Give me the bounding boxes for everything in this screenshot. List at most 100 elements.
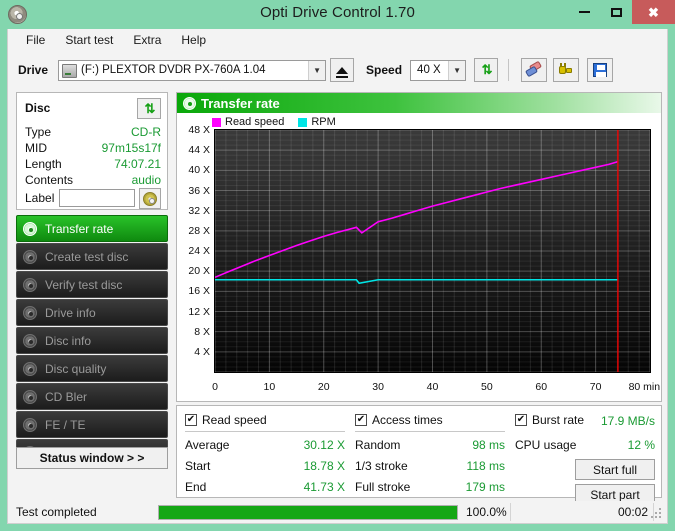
sidebar-item-drive-info[interactable]: Drive info	[16, 299, 168, 326]
drive-select-value: (F:) PLEXTOR DVDR PX-760A 1.04	[81, 64, 266, 76]
read-speed-label: Read speed	[202, 413, 267, 427]
sidebar-item-cd-bler[interactable]: CD Bler	[16, 383, 168, 410]
sidebar-item-label: Disc quality	[43, 362, 106, 376]
legend-swatch-read-speed	[212, 118, 221, 127]
minimize-button[interactable]	[568, 0, 600, 24]
disc-icon	[17, 306, 43, 320]
y-axis-tick-label: 8 X	[194, 326, 210, 338]
disc-icon	[17, 418, 43, 432]
sidebar-item-create-test-disc[interactable]: Create test disc	[16, 243, 168, 270]
burst-rate-checkbox[interactable]: ✔	[515, 414, 527, 426]
divider	[355, 431, 505, 432]
eject-button[interactable]	[330, 58, 354, 82]
status-bar: Test completed 100.0% 00:02	[7, 501, 668, 524]
disc-type-value: CD-R	[131, 125, 161, 139]
menu-item-help[interactable]: Help	[171, 30, 216, 50]
resize-grip[interactable]	[651, 508, 663, 520]
sidebar-item-verify-test-disc[interactable]: Verify test disc	[16, 271, 168, 298]
close-button[interactable]: ✖	[632, 0, 675, 24]
legend-swatch-rpm	[298, 118, 307, 127]
maximize-button[interactable]	[600, 0, 632, 24]
refresh-icon: ⇅	[482, 62, 491, 78]
disc-icon	[17, 278, 43, 292]
y-axis-tick-label: 36 X	[188, 185, 210, 197]
stat-row: Start 18.78 X	[185, 456, 345, 477]
chart-legend: Read speed RPM	[212, 116, 336, 128]
chevron-down-icon: ▼	[448, 61, 465, 80]
sidebar-item-label: Transfer rate	[43, 222, 113, 236]
sidebar-nav: Transfer rate Create test disc Verify te…	[16, 215, 168, 467]
drive-toolbar: Drive (F:) PLEXTOR DVDR PX-760A 1.04 ▼ S…	[7, 51, 668, 89]
chart-svg	[215, 130, 650, 372]
sidebar-item-disc-quality[interactable]: Disc quality	[16, 355, 168, 382]
x-axis-tick-label: 20	[318, 381, 330, 393]
y-axis-tick-label: 24 X	[188, 245, 210, 257]
stats-panel: ✔ Read speed Average 30.12 X Start 18.78…	[176, 405, 662, 498]
disc-info-row: Type CD-R	[25, 125, 161, 141]
sidebar-item-label: Verify test disc	[43, 278, 122, 292]
disc-panel: Disc ⇅ Type CD-R MID 97m15s17f Length 74…	[16, 92, 168, 210]
stat-row: Average 30.12 X	[185, 435, 345, 456]
progress-percent-label: 100.0%	[466, 505, 507, 519]
sidebar-item-transfer-rate[interactable]: Transfer rate	[16, 215, 168, 242]
x-axis-tick-label: 50	[481, 381, 493, 393]
stat-row: Random 98 ms	[355, 435, 505, 456]
x-axis-tick-label: 10	[264, 381, 276, 393]
drive-label: Drive	[18, 63, 48, 77]
x-axis-tick-label: 60	[535, 381, 547, 393]
progress-bar-fill	[159, 506, 457, 519]
read-speed-checkbox[interactable]: ✔	[185, 414, 197, 426]
start-full-button[interactable]: Start full	[575, 459, 655, 480]
stat-row: Full stroke 179 ms	[355, 477, 505, 498]
drive-select[interactable]: (F:) PLEXTOR DVDR PX-760A 1.04 ▼	[58, 60, 326, 81]
speed-select[interactable]: 40 X ▼	[410, 60, 466, 81]
sidebar-item-label: CD Bler	[43, 390, 87, 404]
divider	[185, 431, 345, 432]
stat-row: 1/3 stroke 118 ms	[355, 456, 505, 477]
speed-label: Speed	[366, 63, 402, 77]
sidebar-item-label: Drive info	[43, 306, 96, 320]
save-button[interactable]	[587, 58, 613, 82]
disc-length-key: Length	[25, 157, 62, 171]
menu-item-extra[interactable]: Extra	[123, 30, 171, 50]
erase-disc-button[interactable]	[521, 58, 547, 82]
access-times-stats: ✔ Access times Random 98 ms 1/3 stroke 1…	[355, 412, 505, 498]
access-times-checkbox-row[interactable]: ✔ Access times	[355, 412, 505, 428]
disc-info-list: Type CD-R MID 97m15s17f Length 74:07.21 …	[25, 125, 161, 189]
elapsed-time-label: 00:02	[578, 505, 648, 519]
y-axis-tick-label: 4 X	[194, 346, 210, 358]
status-window-button[interactable]: Status window > >	[16, 447, 168, 469]
burst-rate-checkbox-row[interactable]: ✔ Burst rate 17.9 MB/s	[515, 412, 655, 428]
refresh-button[interactable]: ⇅	[474, 58, 498, 82]
plug-button[interactable]	[553, 58, 579, 82]
cpu-usage-key: CPU usage	[515, 438, 576, 452]
read-speed-start-key: Start	[185, 459, 210, 473]
disc-contents-key: Contents	[25, 173, 73, 187]
chart-plot-area[interactable]	[214, 129, 651, 373]
disc-label-input[interactable]	[59, 189, 135, 207]
menu-item-start-test[interactable]: Start test	[55, 30, 123, 50]
disc-image-button[interactable]	[139, 188, 161, 209]
refresh-icon: ⇅	[145, 101, 154, 117]
sidebar-item-disc-info[interactable]: Disc info	[16, 327, 168, 354]
y-axis-tick-label: 28 X	[188, 225, 210, 237]
sidebar-item-fe-te[interactable]: FE / TE	[16, 411, 168, 438]
chevron-down-icon: ▼	[308, 61, 325, 80]
disc-icon	[17, 362, 43, 376]
progress-bar	[158, 505, 458, 520]
chart-header: Transfer rate	[177, 93, 661, 113]
read-speed-average-value: 30.12 X	[304, 438, 345, 452]
y-axis-tick-label: 32 X	[188, 205, 210, 217]
read-speed-checkbox-row[interactable]: ✔ Read speed	[185, 412, 345, 428]
disc-type-key: Type	[25, 125, 51, 139]
close-icon: ✖	[648, 6, 659, 19]
menu-item-file[interactable]: File	[16, 30, 55, 50]
access-times-checkbox[interactable]: ✔	[355, 414, 367, 426]
status-text: Test completed	[16, 505, 97, 519]
disc-refresh-button[interactable]: ⇅	[137, 98, 161, 119]
disc-icon	[17, 222, 43, 236]
read-speed-end-key: End	[185, 480, 206, 494]
access-third-stroke-key: 1/3 stroke	[355, 459, 408, 473]
disc-panel-title: Disc	[25, 101, 50, 115]
read-speed-stats: ✔ Read speed Average 30.12 X Start 18.78…	[185, 412, 345, 498]
